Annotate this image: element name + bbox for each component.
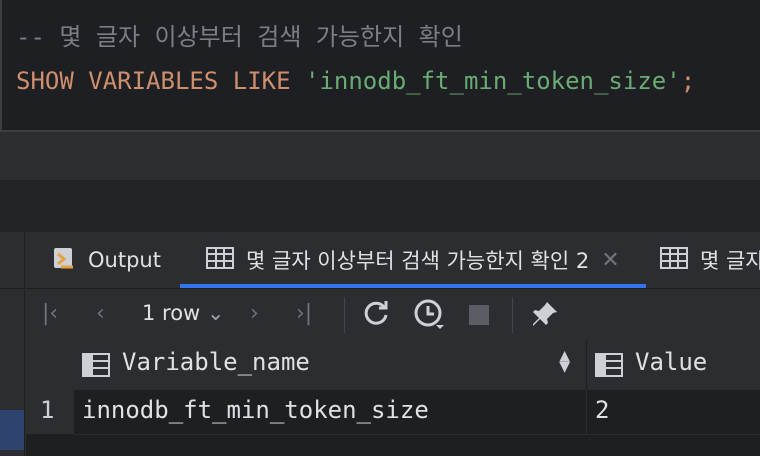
stop-icon[interactable] [469,305,489,331]
row-number-header [26,340,75,391]
sql-comment-line: -- 몇 글자 이상부터 검색 가능한지 확인 [16,23,463,51]
column-header-value[interactable]: Value [587,340,760,391]
pin-icon[interactable] [530,299,560,335]
column-header-variable-name[interactable]: Variable_name ▲ ▼ [74,340,587,391]
output-icon [52,245,76,276]
editor-footer-area [0,134,760,180]
sql-editor[interactable]: -- 몇 글자 이상부터 검색 가능한지 확인 SHOW VARIABLES L… [0,0,760,132]
table-icon [206,246,234,274]
table-cell[interactable]: 2 [587,390,760,435]
next-page-icon[interactable]: › [250,301,259,326]
row-count-selector[interactable]: 1 row ⌄ [142,301,225,325]
toolbar-separator [512,297,513,333]
tab-output[interactable]: Output [52,232,161,288]
column-header-label: Variable_name [122,348,310,376]
close-icon[interactable]: ✕ [601,248,619,273]
sql-string-literal: 'innodb_ft_min_token_size' [305,67,681,95]
tab-query-result-2-label: 몇 글자 이상부터 검색 가능한지 확인 2 [246,249,590,273]
previous-page-icon[interactable]: ‹ [96,301,105,326]
column-icon [82,353,110,381]
results-grid: Variable_name ▲ ▼ Value 1 innodb_ft_min_t… [26,340,760,456]
keyword-show: SHOW [16,67,74,95]
row-number-label: 1 [40,396,55,424]
toolbar-separator [344,297,345,333]
tab-query-result-3-label: 몇 글자 [700,249,760,273]
keyword-variables: VARIABLES [88,67,219,95]
first-page-icon[interactable]: |‹ [42,301,58,326]
tab-query-result-2[interactable]: 몇 글자 이상부터 검색 가능한지 확인 2 ✕ [180,232,646,288]
results-tab-bar: Output 몇 글자 이상부터 검색 가능한지 확인 2 ✕ 몇 글자 [26,232,760,288]
chevron-down-icon: ⌄ [206,301,225,325]
row-count-label: 1 row [142,301,201,325]
table-icon [660,246,688,274]
sort-icon[interactable]: ▲ ▼ [559,349,570,374]
refresh-icon[interactable] [362,299,390,333]
cell-value: 2 [595,396,610,424]
history-clock-icon[interactable] [412,297,446,337]
keyword-like: LIKE [232,67,291,95]
column-header-label: Value [635,348,708,376]
services-gutter [0,232,25,456]
tab-query-result-3[interactable]: 몇 글자 [660,232,760,288]
tab-output-label: Output [88,248,161,272]
results-toolbar: |‹ ‹ 1 row ⌄ › ›| [26,288,760,341]
panel-divider [0,180,760,232]
last-page-icon[interactable]: ›| [296,301,312,326]
column-icon [595,353,623,381]
cell-value: innodb_ft_min_token_size [82,396,429,424]
sql-statement-line: SHOW VARIABLES LIKE 'innodb_ft_min_token… [16,66,695,96]
gutter-selection [0,410,24,450]
sql-terminator: ; [680,67,696,95]
table-cell[interactable]: innodb_ft_min_token_size [74,390,587,435]
gutter-divider [0,288,24,289]
row-number[interactable]: 1 [26,390,74,434]
